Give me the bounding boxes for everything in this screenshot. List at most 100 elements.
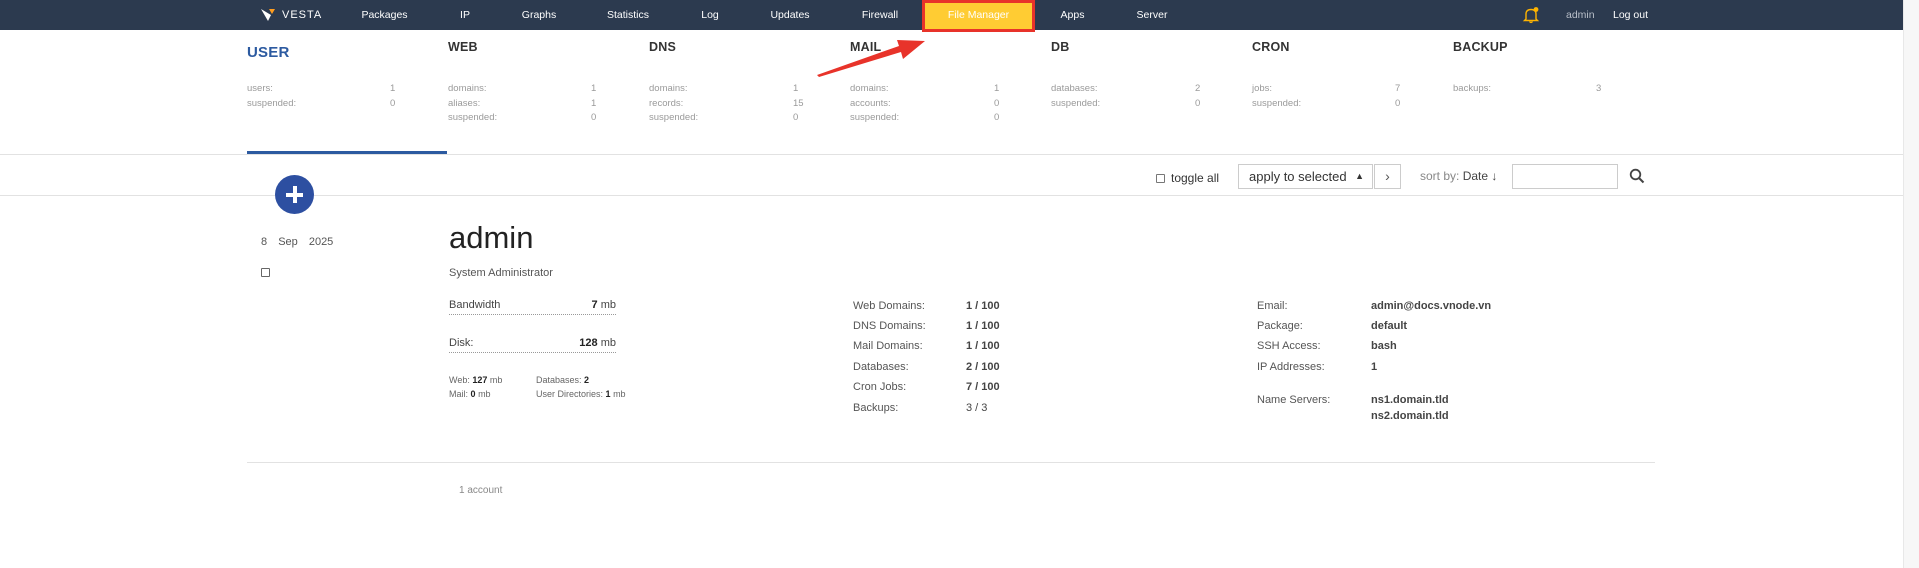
limit-value: 1 / 100 [966, 320, 1000, 332]
toggle-all[interactable]: toggle all [1156, 171, 1219, 185]
stat-label: databases: [1051, 83, 1098, 94]
stat-row: records: 15 [649, 98, 819, 113]
bandwidth-meter: Bandwidth 7 mb [449, 299, 616, 315]
toggle-all-checkbox[interactable] [1156, 173, 1165, 183]
nav-log[interactable]: Log [695, 0, 725, 30]
info-value: default [1371, 320, 1408, 332]
nav-graphs[interactable]: Graphs [515, 0, 563, 30]
divider [247, 462, 1655, 463]
chevron-right-icon: › [1385, 168, 1390, 184]
stat-value: 0 [994, 97, 1000, 109]
stat-row: domains: 1 [649, 83, 819, 98]
stats-web-title: WEB [448, 40, 478, 54]
limit-value: 2 / 100 [966, 361, 1000, 373]
vesta-logo[interactable]: VESTA [260, 8, 322, 22]
stats-db-title: DB [1051, 40, 1070, 54]
limit-value: 1 / 100 [966, 300, 1000, 312]
stat-value: 0 [994, 112, 1000, 123]
nav-username[interactable]: admin [1566, 0, 1595, 30]
limit-backups: Backups: 3 / 3 [853, 402, 988, 414]
stats-web[interactable]: WEB domains: 1 aliases: 1 suspended: 0 [448, 40, 598, 123]
usage-databases: Databases: 2 [536, 375, 590, 385]
stat-value: 0 [793, 112, 799, 123]
stats-db[interactable]: DB databases: 2 suspended: 0 [1051, 40, 1201, 109]
nav-ip[interactable]: IP [450, 0, 480, 30]
toggle-all-label: toggle all [1171, 171, 1220, 185]
top-navbar: VESTA Packages IP Graphs Statistics Log … [0, 0, 1903, 32]
stats-dns[interactable]: DNS domains: 1 records: 15 suspended: 0 [649, 40, 804, 123]
stats-cron-title: CRON [1252, 40, 1290, 54]
stat-value: 0 [1395, 97, 1401, 109]
stat-value: 0 [390, 97, 396, 109]
record-checkbox[interactable] [261, 268, 270, 277]
nav-file-manager[interactable]: File Manager [922, 0, 1035, 32]
limit-cron-jobs: Cron Jobs: 7 / 100 [853, 381, 1000, 393]
nav-firewall[interactable]: Firewall [855, 0, 905, 30]
stat-label: domains: [649, 83, 688, 94]
select-arrows-icon: ▲ [1355, 171, 1364, 181]
info-ip-addresses: IP Addresses: 1 [1257, 361, 1378, 373]
limit-value: 7 / 100 [966, 381, 1000, 393]
stat-label: backups: [1453, 83, 1492, 94]
name-server-1: ns1.domain.tld [1371, 394, 1449, 406]
info-name-servers: Name Servers: ns1.domain.tld ns2.domain.… [1257, 394, 1449, 422]
user-role: System Administrator [449, 267, 553, 279]
search-input[interactable] [1512, 164, 1618, 189]
stat-label: accounts: [850, 97, 891, 109]
date-month: Sep [278, 236, 298, 248]
nav-statistics[interactable]: Statistics [599, 0, 657, 30]
apply-to-selected-select[interactable]: apply to selected ▲ [1238, 164, 1373, 189]
nav-updates[interactable]: Updates [764, 0, 816, 30]
stat-row: suspended: 0 [1051, 98, 1221, 113]
sort-by[interactable]: sort by: Date ↓ [1420, 169, 1497, 183]
info-value: bash [1371, 340, 1397, 352]
nav-packages[interactable]: Packages [352, 0, 417, 30]
stat-value: 2 [1195, 83, 1201, 94]
stat-label: users: [247, 83, 273, 94]
stat-value: 1 [994, 83, 1000, 94]
stat-row: databases: 2 [1051, 83, 1221, 98]
logout-link[interactable]: Log out [1613, 0, 1648, 30]
limit-databases: Databases: 2 / 100 [853, 361, 1000, 373]
nav-apps[interactable]: Apps [1055, 0, 1090, 30]
stat-row: suspended: 0 [1252, 98, 1422, 113]
stats-mail-title: MAIL [850, 40, 882, 54]
apply-to-selected-label: apply to selected [1249, 169, 1347, 184]
stats-user[interactable]: USER users: 1 suspended: 0 [247, 40, 397, 109]
stat-label: suspended: [850, 112, 900, 123]
bandwidth-value: 7 mb [591, 299, 616, 311]
info-ssh-access: SSH Access: bash [1257, 340, 1397, 352]
stat-label: domains: [448, 83, 487, 94]
apply-go-button[interactable]: › [1374, 164, 1401, 189]
nav-server[interactable]: Server [1133, 0, 1171, 30]
disk-value: 128 mb [579, 337, 616, 349]
add-user-button[interactable] [275, 175, 314, 214]
limit-dns-domains: DNS Domains: 1 / 100 [853, 320, 1000, 332]
bandwidth-label: Bandwidth [449, 299, 501, 311]
disk-label: Disk: [449, 337, 474, 349]
record-date: 8 Sep 2025 [261, 236, 333, 248]
stat-row: domains: 1 [850, 83, 1020, 98]
stat-label: suspended: [448, 112, 498, 123]
stat-row: suspended: 0 [850, 112, 1020, 127]
stats-cron[interactable]: CRON jobs: 7 suspended: 0 [1252, 40, 1402, 109]
search-icon[interactable] [1629, 168, 1645, 184]
stats-backup-title: BACKUP [1453, 40, 1508, 54]
usage-web: Web: 127 mb [449, 375, 503, 385]
sort-by-label: sort by: [1420, 169, 1460, 183]
scrollbar[interactable] [1903, 0, 1919, 568]
notification-bell-icon[interactable] [1522, 6, 1540, 24]
stat-row: suspended: 0 [247, 98, 417, 113]
stat-value: 3 [1596, 83, 1602, 94]
limit-web-domains: Web Domains: 1 / 100 [853, 300, 1000, 312]
user-name[interactable]: admin [449, 220, 533, 256]
stats-backup[interactable]: BACKUP backups: 3 [1453, 40, 1603, 94]
date-year: 2025 [308, 236, 334, 248]
stat-value: 1 [591, 83, 597, 94]
date-day: 8 [261, 236, 268, 248]
stat-value: 7 [1395, 83, 1401, 94]
sort-by-value[interactable]: Date ↓ [1463, 169, 1498, 183]
stats-user-title: USER [247, 44, 290, 61]
stats-mail[interactable]: MAIL domains: 1 accounts: 0 suspended: 0 [850, 40, 1000, 123]
stat-row: backups: 3 [1453, 83, 1623, 98]
